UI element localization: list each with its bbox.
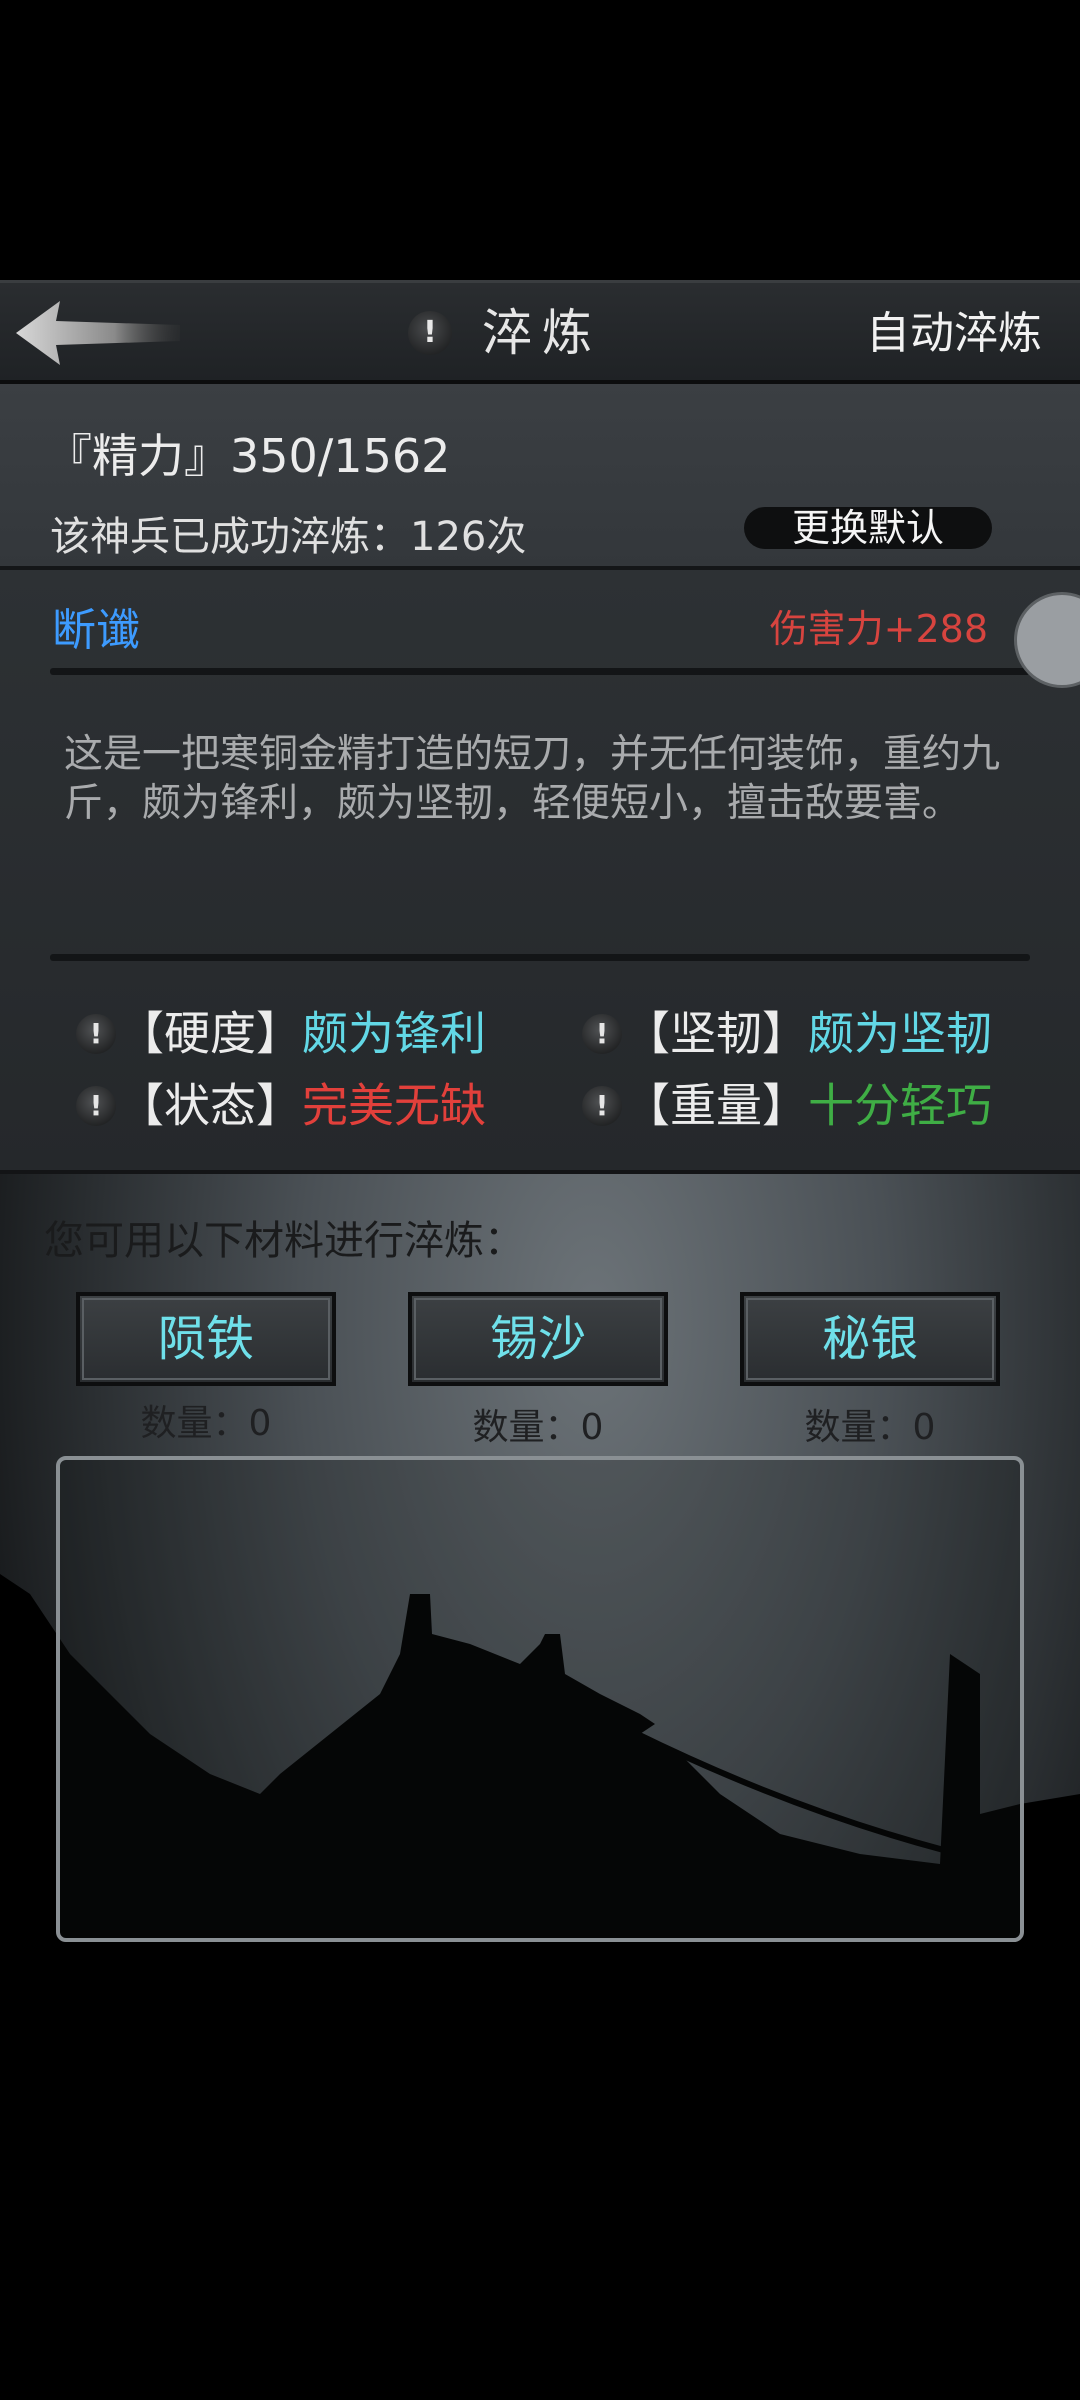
material-count: 数量：0 [804, 1407, 936, 1448]
info-icon[interactable]: ! [582, 1085, 622, 1126]
attr-label: 【状态】 [118, 1078, 302, 1133]
divider [50, 668, 1030, 675]
attr-weight: ! 【重量】十分轻巧 [582, 1072, 992, 1133]
refine-slot-box[interactable] [56, 1456, 1024, 1942]
title-bar: ! 淬炼 自动淬炼 [0, 280, 1080, 384]
auto-refine-button[interactable]: 自动淬炼 [866, 301, 1042, 367]
info-icon[interactable]: ! [408, 311, 452, 355]
material-count: 数量：0 [140, 1403, 272, 1444]
attr-condition: ! 【状态】完美无缺 [76, 1072, 486, 1133]
attr-label: 【坚韧】 [624, 1006, 808, 1061]
attr-value: 完美无缺 [302, 1078, 486, 1133]
attr-toughness: ! 【坚韧】颇为坚韧 [582, 1000, 992, 1061]
attr-hardness: ! 【硬度】颇为锋利 [76, 1000, 486, 1061]
screen: ! 淬炼 自动淬炼 『精力』350/1562 该神兵已成功淬炼：126次 更换默… [0, 0, 1080, 2400]
arrow-left-icon [16, 301, 180, 365]
weapon-name: 断谶 [52, 605, 140, 656]
material-button-tin-sand[interactable]: 锡沙 [408, 1292, 668, 1386]
attr-value: 颇为锋利 [302, 1006, 486, 1061]
swap-default-button[interactable]: 更换默认 [744, 507, 992, 549]
info-panel: 『精力』350/1562 该神兵已成功淬炼：126次 更换默认 [0, 384, 1080, 570]
info-icon[interactable]: ! [582, 1013, 622, 1054]
weapon-panel: 断谶 伤害力+288 这是一把寒铜金精打造的短刀，并无任何装饰，重约九斤，颇为锋… [0, 570, 1080, 1174]
page-title: 淬炼 [482, 304, 602, 362]
materials-title: 您可用以下材料进行淬炼： [44, 1218, 524, 1264]
attr-value: 颇为坚韧 [808, 1006, 992, 1061]
divider [50, 954, 1030, 961]
material-button-meteoric-iron[interactable]: 陨铁 [76, 1292, 336, 1386]
refine-count-text: 该神兵已成功淬炼：126次 [50, 514, 527, 560]
energy-text: 『精力』350/1562 [46, 429, 451, 483]
material-count: 数量：0 [472, 1407, 604, 1448]
back-button[interactable] [12, 297, 182, 369]
attr-value: 十分轻巧 [808, 1078, 992, 1133]
info-icon[interactable]: ! [76, 1085, 116, 1126]
damage-stat: 伤害力+288 [769, 607, 988, 651]
weapon-description: 这是一把寒铜金精打造的短刀，并无任何装饰，重约九斤，颇为锋利，颇为坚韧，轻便短小… [64, 732, 1001, 826]
attr-label: 【硬度】 [118, 1006, 302, 1061]
attr-label: 【重量】 [624, 1078, 808, 1133]
material-button-mithril[interactable]: 秘银 [740, 1292, 1000, 1386]
info-icon[interactable]: ! [76, 1013, 116, 1054]
materials-section: 您可用以下材料进行淬炼： 陨铁 数量：0 锡沙 数量：0 秘银 数量：0 [0, 1174, 1080, 2400]
